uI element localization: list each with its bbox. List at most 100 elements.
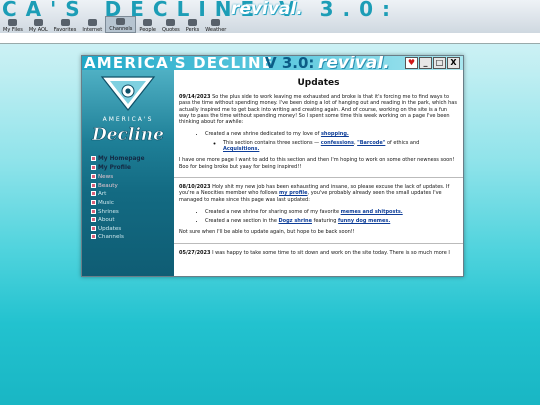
site-logo: AMERICA'S Decline — [88, 74, 168, 146]
sub-list: This section contains three sections — c… — [205, 140, 457, 153]
channels-icon — [116, 18, 126, 25]
bullet-icon — [91, 191, 96, 197]
tool-internet[interactable]: Internet — [79, 18, 105, 33]
nav-label: News — [98, 174, 114, 181]
heart-icon — [60, 19, 70, 26]
logo-graphic: AMERICA'S Decline — [91, 76, 164, 145]
sidebar-nav: My Homepage My Profile News Beauty Art M… — [91, 156, 145, 242]
tool-weather[interactable]: Weather — [202, 18, 229, 33]
list-item-text: featuring — [311, 218, 338, 225]
nav-item-updates[interactable]: Updates — [91, 225, 145, 234]
nav-label: Channels — [98, 234, 124, 241]
list-item-text: Created a new shrine for sharing some of… — [205, 208, 341, 215]
update-list: Created a new shrine for sharing some of… — [179, 209, 457, 225]
list-item: Created a new shrine dedicated to my lov… — [205, 131, 457, 152]
logo-script-text: Decline — [91, 125, 164, 145]
bullet-icon — [91, 174, 96, 180]
post-date: 09/14/2023 — [179, 94, 211, 100]
tool-my-aol[interactable]: My AOL — [26, 18, 51, 33]
folder-icon — [8, 19, 18, 26]
list-item: This section contains three sections — c… — [223, 140, 457, 153]
nav-item-beauty[interactable]: Beauty — [91, 182, 145, 191]
update-post: 05/27/2023 I was happy to take some time… — [174, 250, 463, 256]
nav-label: Beauty — [98, 182, 118, 189]
nav-item-shrines[interactable]: Shrines — [91, 208, 145, 217]
browser-toolbar: CA'S DECLINE V 3.0: revival. My Files My… — [0, 0, 540, 34]
post-outro: Not sure when I'll be able to update aga… — [179, 229, 355, 236]
maximize-button[interactable]: □ — [433, 57, 446, 69]
nav-label: Shrines — [98, 208, 119, 215]
tool-favorites[interactable]: Favorites — [51, 18, 80, 33]
nav-label: Music — [98, 199, 114, 206]
bullet-icon — [91, 182, 96, 188]
nav-item-my-homepage[interactable]: My Homepage — [91, 156, 145, 165]
shopping-link[interactable]: shopping. — [321, 131, 349, 137]
bullet-icon — [91, 208, 96, 214]
nav-item-news[interactable]: News — [91, 173, 145, 182]
nav-item-about[interactable]: About — [91, 216, 145, 225]
post-text: I was happy to take some time to sit dow… — [210, 249, 450, 256]
memes-link[interactable]: memes and shitposts. — [341, 209, 403, 215]
nav-item-channels[interactable]: Channels — [91, 233, 145, 242]
cloud-icon — [211, 19, 221, 26]
tool-label: Channels — [109, 26, 133, 32]
tool-channels[interactable]: Channels — [105, 16, 137, 33]
nav-label: My Homepage — [98, 156, 145, 162]
toolbar-bottom-strip — [0, 33, 540, 44]
update-post: 09/14/2023 So the plus side to work leav… — [174, 94, 463, 170]
list-item-text: Created a new section in the — [205, 218, 279, 225]
minimize-button[interactable]: _ — [419, 57, 432, 69]
tool-quotes[interactable]: Quotes — [159, 18, 183, 33]
bullet-icon — [91, 164, 96, 170]
nav-label: My Profile — [98, 164, 131, 171]
dog-memes-link[interactable]: funny dog memes. — [338, 218, 390, 224]
dollar-icon — [166, 19, 176, 26]
list-item: Created a new section in the Dogz shrine… — [205, 218, 457, 224]
window-titlebar[interactable]: AMERICA'S DECLINE V 3.0: revival. ♥ _ □ … — [82, 56, 463, 73]
post-body: 08/10/2023 Holy shit my new job has been… — [179, 184, 457, 203]
bullet-icon — [91, 199, 96, 205]
gift-icon — [188, 19, 198, 26]
update-list: Created a new shrine dedicated to my lov… — [179, 131, 457, 152]
nav-label: About — [98, 217, 115, 224]
nav-label: Art — [98, 191, 107, 198]
updates-window: AMERICA'S DECLINE V 3.0: revival. ♥ _ □ … — [81, 55, 464, 277]
dogz-shrine-link[interactable]: Dogz shrine — [279, 218, 312, 224]
confessions-link[interactable]: confessions — [321, 140, 354, 146]
bullet-icon — [91, 234, 96, 240]
post-body: 09/14/2023 So the plus side to work leav… — [179, 94, 457, 125]
my-profile-link[interactable]: my profile — [279, 190, 308, 196]
nav-item-my-profile[interactable]: My Profile — [91, 164, 145, 174]
people-icon — [143, 19, 153, 26]
divider — [174, 242, 463, 244]
post-body: 05/27/2023 I was happy to take some time… — [179, 250, 457, 256]
tool-row: My Files My AOL Favorites Internet Chann… — [0, 16, 540, 33]
tool-perks[interactable]: Perks — [183, 18, 202, 33]
logo-small-text: AMERICA'S — [103, 116, 154, 123]
acquisitions-link[interactable]: Acquisitions. — [223, 146, 259, 152]
list-item-text: This section contains three sections — — [223, 139, 321, 146]
divider — [174, 176, 463, 178]
bullet-icon — [91, 225, 96, 231]
nav-label: Updates — [98, 225, 122, 232]
globe-icon — [87, 19, 97, 26]
barcode-link[interactable]: "Barcode" — [357, 140, 385, 146]
bullet-icon — [91, 217, 96, 223]
nav-item-art[interactable]: Art — [91, 190, 145, 199]
window-controls: ♥ _ □ X — [405, 57, 460, 69]
close-button[interactable]: X — [447, 57, 460, 69]
list-item-text: Created a new shrine dedicated to my lov… — [205, 131, 321, 138]
list-item: Created a new shrine for sharing some of… — [205, 209, 457, 215]
nav-item-music[interactable]: Music — [91, 199, 145, 208]
post-outro: I have one more page I want to add to th… — [179, 157, 455, 170]
update-post: 08/10/2023 Holy shit my new job has been… — [174, 184, 463, 236]
updates-content[interactable]: Updates 09/14/2023 So the plus side to w… — [174, 70, 463, 276]
tool-my-files[interactable]: My Files — [0, 18, 26, 33]
list-item-text: of ethics and — [385, 139, 420, 146]
post-date: 08/10/2023 — [179, 183, 211, 190]
bullet-icon — [91, 156, 96, 161]
tool-people[interactable]: People — [136, 18, 159, 33]
heart-button[interactable]: ♥ — [405, 57, 418, 69]
page-title: Updates — [297, 78, 340, 88]
post-date: 05/27/2023 — [179, 249, 211, 256]
